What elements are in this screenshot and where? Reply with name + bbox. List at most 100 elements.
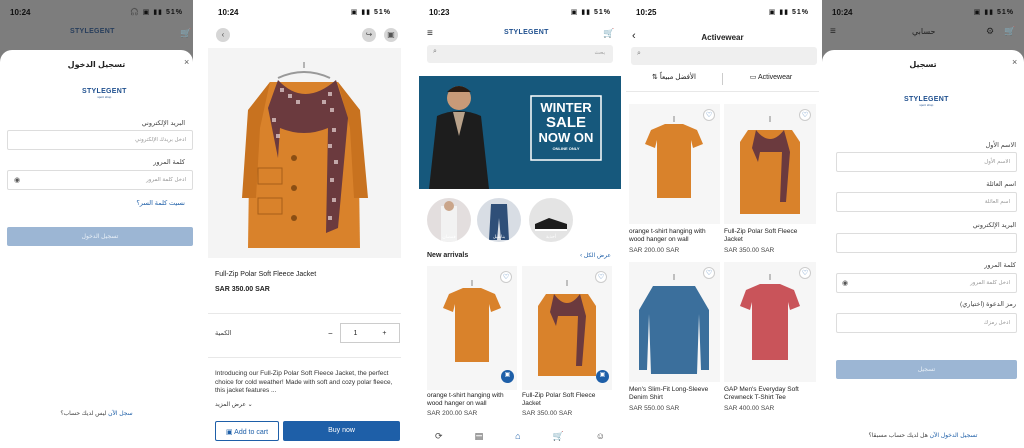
product-detail-screen: 10:24 ▣ ▮▮ 51% ‹ ↪ ▣ Full-Zip Polar Soft…: [208, 0, 401, 448]
product-price: SAR 350.00 SAR: [724, 247, 775, 254]
category-shoes[interactable]: أحذية: [529, 198, 573, 242]
product-card[interactable]: ♡ ▣: [427, 266, 517, 390]
back-icon[interactable]: ‹: [216, 28, 230, 42]
add-to-cart-icon[interactable]: ▣: [501, 370, 514, 383]
last-name-field[interactable]: اسم العائلة: [836, 192, 1017, 212]
sheet-title: تسجيل الدخول: [67, 60, 126, 69]
product-card[interactable]: ♡ ▣: [522, 266, 612, 390]
cart-icon: ▣: [225, 429, 233, 436]
product-card[interactable]: ♡: [629, 262, 720, 382]
category-pants[interactable]: بناطيل: [477, 198, 521, 242]
eye-icon[interactable]: ◉: [842, 279, 848, 287]
category-shirts[interactable]: قمصان: [427, 198, 471, 242]
signup-prompt: ليس لديك حساب؟: [60, 411, 107, 417]
cart-icon[interactable]: 🛒: [180, 28, 191, 39]
product-description: Introducing our Full-Zip Polar Soft Flee…: [215, 370, 393, 394]
cart-icon[interactable]: 🛒: [603, 28, 614, 39]
share-icon[interactable]: ↪: [362, 28, 376, 42]
email-label: البريد الإلكتروني: [972, 222, 1016, 229]
product-card[interactable]: ♡: [724, 262, 816, 382]
cart-icon[interactable]: ▣: [384, 28, 398, 42]
register-button[interactable]: تسجيل: [836, 360, 1017, 379]
login-link[interactable]: تسجيل الدخول الآن: [930, 433, 978, 439]
nav-orders-icon[interactable]: ▤: [475, 431, 484, 442]
heart-icon[interactable]: ♡: [799, 109, 811, 121]
first-name-field[interactable]: الاسم الأول: [836, 152, 1017, 172]
view-all-link[interactable]: ‹ عرض الكل: [580, 252, 611, 259]
cart-icon[interactable]: 🛒: [1004, 26, 1015, 37]
read-more-link[interactable]: عرض المزيد ⌄: [215, 401, 253, 408]
status-bar: 10:24 ▣ ▮▮ 51%: [208, 0, 401, 24]
invite-code-label: رمز الدعوة (اختياري): [960, 301, 1016, 308]
qty-minus-button[interactable]: −: [328, 329, 333, 338]
sheet-title: تسجيل: [909, 60, 937, 69]
menu-icon[interactable]: ≡: [427, 28, 433, 39]
add-to-cart-icon[interactable]: ▣: [596, 370, 609, 383]
banner-text: WINTER SALE NOW ON ONLINE ONLY: [538, 100, 594, 151]
product-price: SAR 350.00 SAR: [522, 410, 573, 417]
heart-icon[interactable]: ♡: [799, 267, 811, 279]
search-input[interactable]: بحث: [427, 45, 613, 63]
search-input[interactable]: [631, 47, 817, 65]
invite-code-field[interactable]: ادخل رمزك: [836, 313, 1017, 333]
status-icons: ▣ ▮▮ 51%: [973, 9, 1014, 16]
qty-plus-button[interactable]: +: [382, 330, 386, 337]
status-time: 10:24: [10, 7, 31, 17]
nav-home-icon[interactable]: ⌂: [515, 431, 520, 441]
heart-icon[interactable]: ♡: [703, 109, 715, 121]
status-time: 10:25: [636, 7, 657, 17]
status-bar: 10:24 ▣ ▮▮ 51%: [822, 0, 1024, 24]
status-time: 10:24: [832, 7, 853, 17]
product-title: Men's Slim-Fit Long-Sleeve Denim Shirt: [629, 386, 709, 401]
promo-banner[interactable]: WINTER SALE NOW ON ONLINE ONLY: [419, 76, 621, 189]
register-screen: 10:24 ▣ ▮▮ 51% ≡ حسابي ⚙ 🛒 × تسجيل STYLE…: [822, 0, 1024, 448]
qty-label: الكمية: [215, 330, 232, 337]
email-label: البريد الإلكتروني: [141, 120, 185, 127]
product-price: SAR 200.00 SAR: [629, 247, 680, 254]
product-price: SAR 350.00 SAR: [215, 286, 270, 293]
divider: [208, 313, 401, 314]
status-icons: ▣ ▮▮ 51%: [350, 9, 391, 16]
heart-icon[interactable]: ♡: [595, 271, 607, 283]
quantity-stepper: 1 +: [340, 323, 400, 343]
sort-button[interactable]: ⇅ الأفضل مبيعاً: [626, 73, 722, 85]
brand-logo: STYLEGENT sport shop: [82, 88, 127, 99]
buy-now-button[interactable]: Buy now: [283, 421, 400, 441]
email-field[interactable]: [836, 233, 1017, 253]
settings-icon[interactable]: ⚙: [986, 26, 994, 37]
section-title: New arrivals: [427, 252, 469, 259]
close-icon[interactable]: ×: [184, 57, 189, 67]
product-title: Full-Zip Polar Soft Fleece Jacket: [724, 228, 798, 243]
nav-profile-icon[interactable]: ☺: [596, 431, 605, 441]
nav-cart-icon[interactable]: 🛒: [553, 431, 564, 442]
email-field[interactable]: ادخل بريدك الإلكتروني: [7, 130, 193, 150]
product-title: GAP Men's Everyday Soft Crewneck T-Shirt…: [724, 386, 799, 401]
sort-icon: ⇅: [652, 74, 658, 81]
status-bar: 10:23 ▣ ▮▮ 51%: [419, 0, 621, 24]
eye-icon[interactable]: ◉: [14, 176, 20, 184]
product-card[interactable]: ♡: [724, 104, 816, 224]
heart-icon[interactable]: ♡: [703, 267, 715, 279]
heart-icon[interactable]: ♡: [500, 271, 512, 283]
add-to-cart-button[interactable]: ▣ Add to cart: [215, 421, 279, 441]
register-sheet: × تسجيل STYLEGENT sport shop الاسم الأول…: [822, 50, 1024, 448]
category-filter-button[interactable]: ▭ Activewear: [723, 73, 819, 85]
login-button[interactable]: تسجيل الدخول: [7, 227, 193, 246]
nav-search-icon[interactable]: ⟳: [435, 431, 443, 442]
menu-icon[interactable]: ≡: [830, 26, 836, 37]
login-prompt: هل لديك حساب مسبقا؟: [868, 433, 928, 439]
qty-value[interactable]: 1: [354, 330, 358, 337]
signup-link[interactable]: سجل الآن: [108, 411, 133, 417]
password-field[interactable]: ادخل كلمة المرور: [836, 273, 1017, 293]
product-image: [208, 48, 401, 258]
product-card[interactable]: ♡: [629, 104, 720, 224]
password-field[interactable]: ادخل كلمة المرور: [7, 170, 193, 190]
category-icon: ▭: [749, 74, 757, 81]
filter-bar: ⇅ الأفضل مبيعاً ▭ Activewear: [626, 73, 819, 85]
forgot-password-link[interactable]: نسيت كلمة السر؟: [136, 199, 185, 207]
product-title: orange t-shirt hanging with wood hanger …: [629, 228, 706, 243]
login-row: تسجيل الدخول الآن هل لديك حساب مسبقا؟: [822, 432, 1024, 439]
signup-row: سجل الآن ليس لديك حساب؟: [0, 410, 193, 417]
status-icons: 🎧 ▣ ▮▮ 51%: [130, 9, 183, 16]
brand-logo: STYLEGENT: [504, 29, 549, 36]
